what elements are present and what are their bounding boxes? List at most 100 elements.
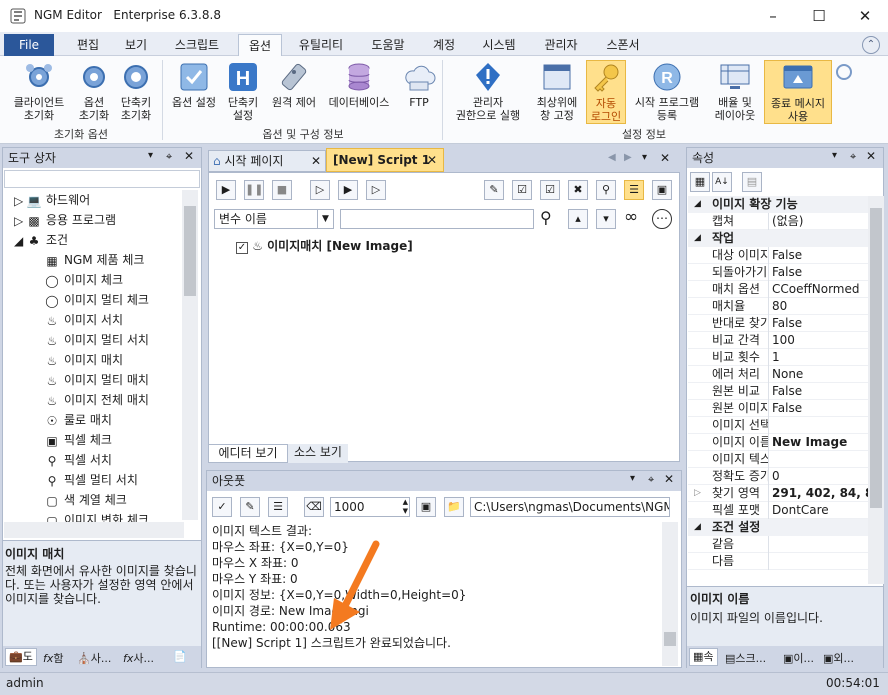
properties-close-icon[interactable]: ✕ [866,149,876,163]
folder-icon[interactable]: 📁 [444,497,464,517]
collapse-ribbon-icon[interactable]: ⌃ [862,36,880,54]
menu-tab-admin[interactable]: 관리자 [534,34,588,56]
tree-view-button[interactable]: ☰ [624,180,644,200]
toolbox-item[interactable]: ♨ 이미지 멀티 서치 [44,330,149,350]
toolbox-item[interactable]: ⚲ 픽셀 멀티 서치 [44,470,138,490]
tab-editor-view[interactable]: 에디터 보기 [208,444,288,463]
step-button[interactable]: ▷ [310,180,330,200]
remote-control-button[interactable]: 원격 제어 [266,60,322,109]
editor-close-icon[interactable]: ✕ [660,151,670,165]
menu-tab-sponsor[interactable]: 스폰서 [596,34,650,56]
property-row[interactable]: 되돌아가기 False [688,264,870,281]
tree-category-app[interactable]: ▷ ▩ 응용 프로그램 [14,210,116,230]
tree-category-hardware[interactable]: ▷ 💻 하드웨어 [14,190,90,210]
tab-source-view[interactable]: 소스 보기 [288,444,348,463]
tab-close-icon[interactable]: ✕ [427,149,437,171]
property-value[interactable]: New Image [772,434,868,451]
toolbox-search-input[interactable] [4,170,200,188]
toolbox-item[interactable]: ♨ 이미지 서치 [44,310,123,330]
output-close-icon[interactable]: ✕ [664,472,674,486]
run-selected-button[interactable]: ▶ [338,180,358,200]
property-value[interactable]: 100 [772,332,868,349]
toolbox-item[interactable]: ♨ 이미지 멀티 매치 [44,370,149,390]
reset-hotkeys-button[interactable]: 단축키 초기화 [116,60,156,122]
toolbox-hscrollbar[interactable] [4,522,184,538]
output-dropdown-icon[interactable]: ▾ [630,473,635,484]
menu-tab-help[interactable]: 도움말 [362,34,414,56]
script-line-1[interactable]: ✓ ♨ 이미지매치 [New Image] [236,237,413,254]
database-button[interactable]: 데이터베이스 [322,60,396,109]
toolbox-scrollbar[interactable] [182,190,198,520]
exit-message-button[interactable]: 종료 메시지 사용 [764,60,832,124]
line-checkbox[interactable]: ✓ [236,242,248,254]
property-row[interactable]: 다름 [688,553,870,570]
tab-user[interactable]: ⛪사... [77,650,111,666]
startup-register-button[interactable]: R 시작 프로그램 등록 [628,60,706,122]
run-button[interactable]: ▶ [216,180,236,200]
tab-list-icon[interactable]: ▾ [642,152,647,163]
property-value[interactable]: False [772,264,868,281]
close-window-button[interactable]: ✕ [842,0,888,32]
categorized-icon[interactable]: ▦ [690,172,710,192]
toolbox-item[interactable]: ◯ 이미지 멀티 체크 [44,290,149,310]
property-row[interactable]: 비교 횟수 1 [688,349,870,366]
toolbox-dropdown-icon[interactable]: ▾ [148,150,153,161]
property-row[interactable]: 매치율 80 [688,298,870,315]
property-row[interactable]: 캡쳐 (없음) [688,213,870,230]
collapse-arrow-icon[interactable]: ◢ [694,519,701,536]
property-row[interactable]: 비교 간격 100 [688,332,870,349]
property-row[interactable]: 반대로 찾기 False [688,315,870,332]
property-row[interactable]: 같음 [688,536,870,553]
speed-input[interactable]: 1000 ▲ ▼ [330,497,410,517]
output-scrollbar[interactable] [662,522,678,666]
property-row[interactable]: 대상 이미지 False [688,247,870,264]
property-value[interactable]: None [772,366,868,383]
property-value[interactable]: False [772,315,868,332]
reset-options-button[interactable]: 옵션 초기화 [74,60,114,122]
property-row[interactable]: 에러 처리 None [688,366,870,383]
sort-az-icon[interactable]: A↓ [712,172,732,192]
search-icon[interactable]: ⚲ [540,208,552,227]
ftp-button[interactable]: FTP [398,60,440,109]
scale-layout-button[interactable]: 배율 및 레이아웃 [708,60,762,122]
tab-script-1[interactable]: [New] Script 1 ✕ [326,148,444,172]
menu-tab-edit[interactable]: 편집 [66,34,110,56]
save-log-button[interactable]: ▣ [416,497,436,517]
toolbox-pin-icon[interactable]: ⌖ [166,150,172,164]
property-row[interactable]: 이미지 텍스트 [688,451,870,468]
menu-tab-script[interactable]: 스크립트 [164,34,230,56]
maximize-button[interactable]: ☐ [796,0,842,32]
toolbox-close-icon[interactable]: ✕ [184,149,194,163]
expand-arrow-icon[interactable]: ▷ [694,485,701,502]
move-up-button[interactable]: ▴ [568,209,588,229]
minimize-button[interactable]: – [750,0,796,32]
property-value[interactable]: False [772,247,868,264]
menu-tab-utility[interactable]: 유틸리티 [288,34,354,56]
pause-button[interactable]: ❚❚ [244,180,264,200]
menu-tab-view[interactable]: 보기 [114,34,158,56]
tab-more[interactable]: 📄 [173,650,187,663]
property-row[interactable]: 픽셀 포맷 DontCare [688,502,870,519]
check-all-button[interactable]: ☑ [512,180,532,200]
toolbox-item[interactable]: ◯ 이미지 체크 [44,270,123,290]
option-settings-button[interactable]: 옵션 설정 [166,60,222,109]
find-icon[interactable]: ⚲ [596,180,616,200]
toolbox-item[interactable]: ♨ 이미지 전체 매치 [44,390,149,410]
monitor-button[interactable]: ▣ [652,180,672,200]
property-category[interactable]: ◢ 이미지 확장 기능 [688,196,870,213]
variable-select[interactable]: 변수 이름 ▼ [214,209,334,229]
move-down-button[interactable]: ▾ [596,209,616,229]
property-row[interactable]: 이미지 선택 [688,417,870,434]
property-row[interactable]: 원본 이미지 False [688,400,870,417]
tab-start-page[interactable]: ⌂ 시작 페이지 ✕ [208,150,326,172]
spinner-icon[interactable]: ▲ ▼ [403,498,408,516]
delete-button[interactable]: ✖ [568,180,588,200]
tab-properties[interactable]: ▦속 [689,648,718,666]
toolbox-item[interactable]: ♨ 이미지 매치 [44,350,123,370]
check-button[interactable]: ☑ [540,180,560,200]
eraser-button[interactable]: ⌫ [304,497,324,517]
property-row[interactable]: 정확도 증가 0 [688,468,870,485]
property-value[interactable]: 291, 402, 84, 83 [772,485,868,502]
property-pages-icon[interactable]: ▤ [742,172,762,192]
properties-dropdown-icon[interactable]: ▾ [832,150,837,161]
